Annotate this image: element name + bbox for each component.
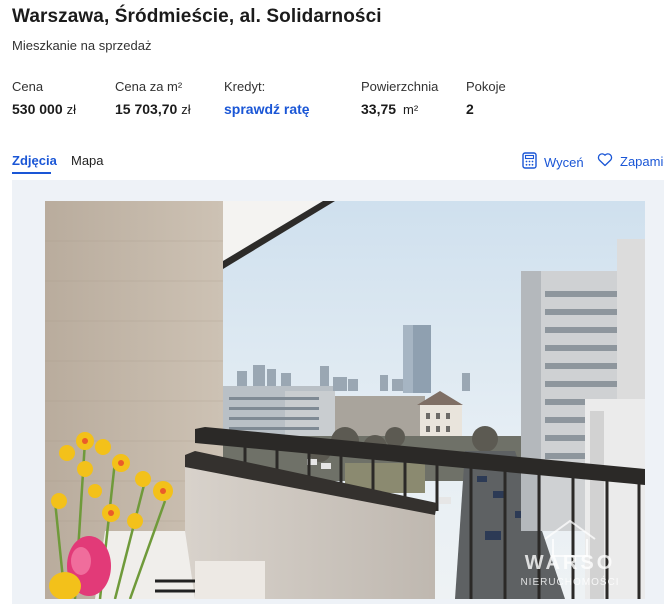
price-per-m2-unit: zł [181,102,191,117]
price-label: Cena [12,79,44,94]
rooms-stat: Pokoje 2 [466,79,506,117]
area-unit: m² [403,102,419,117]
active-tab-indicator [12,172,51,174]
tab-photos[interactable]: Zdjęcia [12,153,57,168]
area-label: Powierzchnia [361,79,439,94]
price-per-m2-value: 15 703,70 [115,101,178,117]
area-value: 33,75 [361,101,397,117]
listing-subtitle: Mieszkanie na sprzedaż [12,38,152,53]
heart-icon [597,152,613,170]
area-stat: Powierzchnia 33,75 m² [361,79,438,117]
rooms-value: 2 [466,101,474,117]
credit-stat: Kredyt: sprawdź ratę [224,79,310,117]
save-listing-button[interactable]: Zapamiętaj [597,152,664,170]
tab-map[interactable]: Mapa [71,153,104,168]
price-value-row: 530 000 zł [12,101,76,117]
price-per-m2-value-row: 15 703,70 zł [115,101,191,117]
watermark-subtitle: NIERUCHOMOŚCI [520,575,619,588]
credit-label: Kredyt: [224,79,266,94]
listing-title: Warszawa, Śródmieście, al. Solidarności [12,6,382,27]
price-value: 530 000 [12,101,63,117]
rooms-label: Pokoje [466,79,506,94]
watermark-brand: WARSO [525,552,616,574]
valuation-label: Wyceń [544,154,584,170]
price-per-m2-stat: Cena za m² 15 703,70 zł [115,79,191,117]
check-rate-link[interactable]: sprawdź ratę [224,101,310,117]
price-stat: Cena 530 000 zł [12,79,76,117]
valuation-button[interactable]: Wyceń [522,152,584,172]
area-value-row: 33,75 m² [361,101,438,117]
price-unit: zł [66,102,76,117]
price-per-m2-label: Cena za m² [115,79,183,94]
listing-photo[interactable]: WARSO NIERUCHOMOŚCI [45,201,645,599]
save-label: Zapamiętaj [620,153,664,169]
calculator-icon [522,152,537,172]
